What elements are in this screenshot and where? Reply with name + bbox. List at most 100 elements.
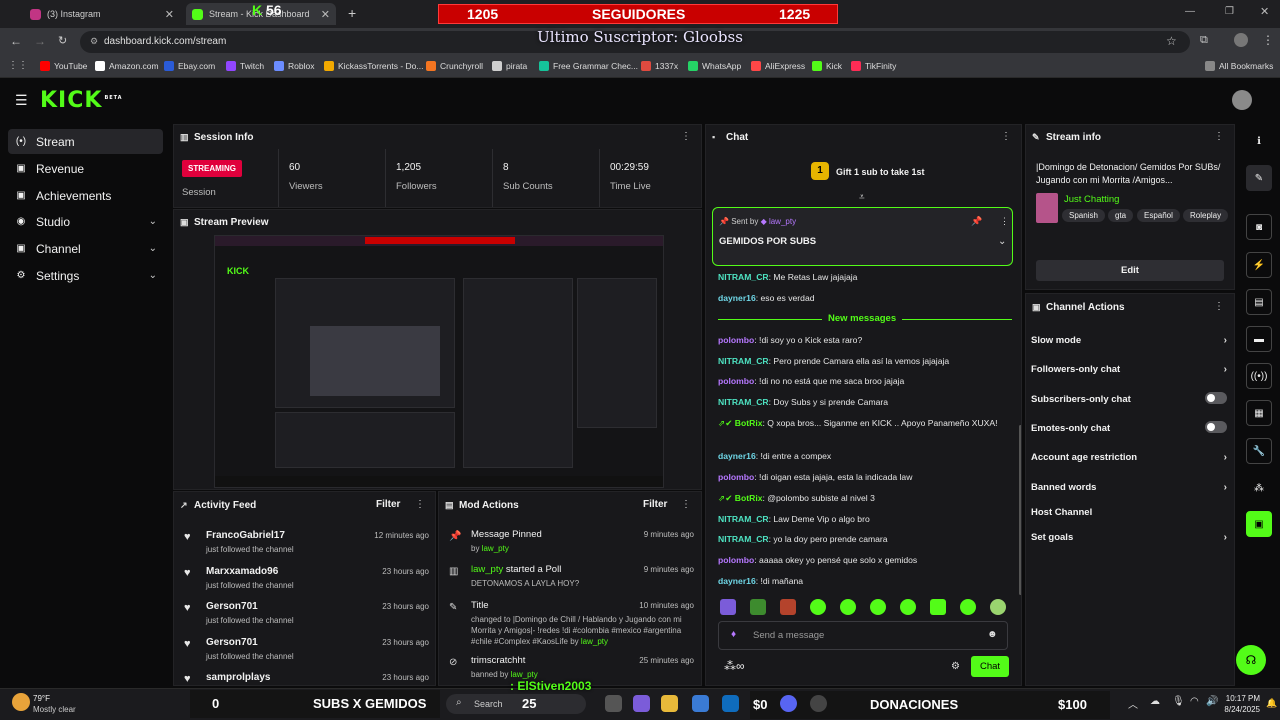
chat-settings-icon[interactable]: ⚙	[951, 661, 960, 672]
close-window-button[interactable]: ✕	[1260, 5, 1269, 18]
chat-input-box[interactable]: ♦ Send a message ☻	[718, 621, 1008, 650]
file-explorer-icon[interactable]	[661, 695, 678, 712]
emote-icon[interactable]	[870, 599, 886, 615]
more-options-icon[interactable]: ⋮	[681, 131, 691, 142]
sidebar-item-settings[interactable]: ⚙ Settings ⌄	[8, 263, 163, 288]
chat-input[interactable]: Send a message	[753, 630, 824, 641]
chat-username[interactable]: polombo	[718, 335, 754, 345]
bookmark-roblox[interactable]: Roblox	[274, 61, 314, 71]
menu-icon[interactable]: ⋮	[1262, 33, 1274, 47]
chat-username[interactable]: BotRix	[735, 418, 763, 428]
info-icon[interactable]: ℹ	[1246, 128, 1272, 154]
chat-username[interactable]: NITRAM_CR	[718, 397, 769, 407]
emote-icon[interactable]	[750, 599, 766, 615]
forward-icon[interactable]: →	[34, 34, 46, 48]
chevron-down-icon[interactable]: ⌄	[998, 236, 1006, 247]
tag-pill[interactable]: gta	[1108, 209, 1134, 222]
pin-icon[interactable]: 📌	[971, 216, 982, 227]
tag-pill[interactable]: Spanish	[1062, 209, 1105, 222]
chat-username[interactable]: NITRAM_CR	[718, 514, 769, 524]
more-options-icon[interactable]: ⋮	[1214, 131, 1224, 142]
emotes-only-toggle[interactable]	[1205, 421, 1227, 433]
chat-scrollbar[interactable]	[1019, 425, 1021, 595]
chat-username[interactable]: dayner16	[718, 451, 756, 461]
wrench-icon[interactable]: 🔧	[1246, 438, 1272, 464]
copilot-icon[interactable]	[633, 695, 650, 712]
bookmark-1337x[interactable]: 1337x	[641, 61, 678, 71]
chat-send-button[interactable]: Chat	[971, 656, 1009, 677]
mic-icon[interactable]: 🎙	[1172, 696, 1185, 707]
site-info-icon[interactable]: ⚙	[90, 36, 98, 47]
more-options-icon[interactable]: ⋮	[681, 499, 691, 510]
subscribers-only-toggle[interactable]	[1205, 392, 1227, 404]
new-tab-button[interactable]: +	[348, 5, 356, 21]
reload-icon[interactable]: ↻	[58, 34, 67, 47]
tag-pill[interactable]: Roleplay	[1183, 209, 1229, 222]
gift-sub-prompt[interactable]: Gift 1 sub to take 1st	[836, 167, 925, 177]
pinned-collapse-icon[interactable]: ⩡	[859, 192, 865, 203]
apps-icon[interactable]: ⋮⋮	[8, 60, 28, 71]
obs-icon[interactable]	[810, 695, 827, 712]
emote-icon[interactable]	[810, 599, 826, 615]
wifi-icon[interactable]: ◠	[1190, 696, 1199, 707]
tab-instagram[interactable]: (3) Instagram ✕	[30, 3, 180, 25]
bookmark-amazon[interactable]: Amazon.com	[95, 61, 159, 71]
chat-username[interactable]: dayner16	[718, 293, 756, 303]
document-icon[interactable]: ▤	[1246, 289, 1272, 315]
emoji-icon[interactable]: ☻	[987, 629, 998, 640]
minimize-button[interactable]: —	[1185, 6, 1195, 17]
sidebar-item-channel[interactable]: ▣ Channel ⌄	[8, 236, 163, 261]
bookmark-pirata[interactable]: pirata	[492, 61, 527, 71]
outlook-icon[interactable]	[722, 695, 739, 712]
tray-chevron-icon[interactable]: ︿	[1128, 696, 1138, 711]
action-host-channel[interactable]: Host Channel	[1031, 507, 1227, 518]
chat-username[interactable]: NITRAM_CR	[718, 534, 769, 544]
chat-username[interactable]: NITRAM_CR	[718, 272, 769, 282]
sidebar-item-achievements[interactable]: ▣ Achievements	[8, 183, 163, 208]
chat-username[interactable]: polombo	[718, 376, 754, 386]
clock-date[interactable]: 8/24/2025	[1222, 705, 1260, 714]
chat-icon[interactable]: ▬	[1246, 326, 1272, 352]
emote-icon[interactable]	[930, 599, 946, 615]
bookmark-star-icon[interactable]: ☆	[1166, 34, 1177, 48]
close-icon[interactable]: ✕	[165, 8, 174, 21]
bookmark-twitch[interactable]: Twitch	[226, 61, 264, 71]
pencil-icon[interactable]: ✎	[1246, 165, 1272, 191]
bookmark-youtube[interactable]: YouTube	[40, 61, 87, 71]
action-account-age[interactable]: Account age restriction ›	[1031, 452, 1227, 463]
emote-icon[interactable]	[900, 599, 916, 615]
support-icon[interactable]: ☊	[1236, 645, 1266, 675]
action-followers-only[interactable]: Followers-only chat ›	[1031, 364, 1227, 375]
chevron-down-icon[interactable]: ⌄	[149, 216, 157, 227]
sidebar-item-studio[interactable]: ◉ Studio ⌄	[8, 209, 163, 234]
store-icon[interactable]	[692, 695, 709, 712]
action-banned-words[interactable]: Banned words ›	[1031, 482, 1227, 493]
chevron-down-icon[interactable]: ⌄	[149, 243, 157, 254]
tv-icon[interactable]: ▦	[1246, 400, 1272, 426]
volume-icon[interactable]: 🔊	[1206, 696, 1218, 707]
kick-points-icon[interactable]: ⁂∞	[724, 659, 745, 673]
category-label[interactable]: Just Chatting	[1064, 194, 1119, 205]
close-icon[interactable]: ✕	[321, 8, 330, 21]
lightning-icon[interactable]: ⚡	[1246, 252, 1272, 278]
taskbar-search[interactable]: ⌕ Search 25	[446, 694, 586, 714]
extensions-icon[interactable]: ⧉	[1200, 34, 1208, 47]
emote-icon[interactable]	[780, 599, 796, 615]
clock-time[interactable]: 10:17 PM	[1225, 694, 1260, 703]
camera-icon[interactable]: ◙	[1246, 214, 1272, 240]
kick-logo[interactable]: KICK BETA	[40, 88, 123, 113]
maximize-button[interactable]: ❐	[1225, 6, 1234, 17]
profile-avatar[interactable]	[1234, 33, 1248, 47]
sidebar-item-revenue[interactable]: ▣ Revenue	[8, 156, 163, 181]
bookmark-aliexpress[interactable]: AliExpress	[751, 61, 805, 71]
action-slow-mode[interactable]: Slow mode ›	[1031, 335, 1227, 346]
bookmark-kick[interactable]: Kick	[812, 61, 842, 71]
more-options-icon[interactable]: ⋮	[415, 499, 425, 510]
action-set-goals[interactable]: Set goals ›	[1031, 532, 1227, 543]
activity-filter-button[interactable]: Filter	[376, 499, 400, 510]
mod-filter-button[interactable]: Filter	[643, 499, 667, 510]
chevron-down-icon[interactable]: ⌄	[149, 270, 157, 281]
tag-pill[interactable]: Español	[1137, 209, 1180, 222]
chat-username[interactable]: dayner16	[718, 576, 756, 586]
bookmark-tikfinity[interactable]: TikFinity	[851, 61, 896, 71]
